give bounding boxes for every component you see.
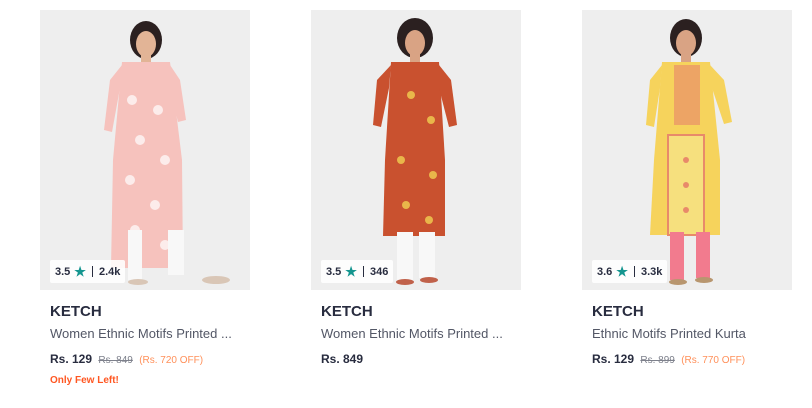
rating-badge: 3.5 ★ 2.4k (50, 260, 126, 283)
product-card[interactable]: 3.5 ★ 346 KETCH Women Ethnic Motifs Prin… (311, 10, 521, 367)
product-title: Women Ethnic Motifs Printed ... (50, 326, 232, 341)
star-icon: ★ (74, 264, 86, 279)
price-mrp: Rs. 899 (640, 355, 675, 366)
product-image[interactable]: 3.5 ★ 2.4k (40, 10, 250, 290)
rating-divider (91, 266, 93, 277)
product-title: Ethnic Motifs Printed Kurta (592, 326, 746, 341)
star-icon: ★ (616, 264, 628, 279)
product-card[interactable]: 3.6 ★ 3.3k KETCH Ethnic Motifs Printed K… (582, 10, 792, 369)
product-price: Rs. 129 Rs. 849 (Rs. 720 OFF) (50, 351, 250, 369)
product-info: KETCH Ethnic Motifs Printed Kurta Rs. 12… (582, 303, 792, 369)
star-icon: ★ (345, 264, 357, 279)
product-price: Rs. 849 (321, 351, 521, 367)
product-image[interactable]: 3.6 ★ 3.3k (582, 10, 792, 290)
kurta-illustration (311, 10, 521, 290)
rating-value: 3.5 (55, 265, 71, 278)
rating-divider (362, 266, 364, 277)
stock-note: Only Few Left! (50, 375, 119, 386)
product-info: KETCH Women Ethnic Motifs Printed ... Rs… (40, 303, 250, 386)
price-current: Rs. 129 (50, 352, 93, 366)
price-discount: (Rs. 770 OFF) (681, 355, 746, 366)
rating-value: 3.6 (597, 265, 613, 278)
product-title: Women Ethnic Motifs Printed ... (321, 326, 503, 341)
rating-count: 3.3k (640, 265, 663, 278)
product-card[interactable]: 3.5 ★ 2.4k KETCH Women Ethnic Motifs Pri… (40, 10, 250, 386)
price-mrp: Rs. 849 (98, 355, 133, 366)
rating-badge: 3.6 ★ 3.3k (592, 260, 668, 283)
kurta-illustration (40, 10, 250, 290)
rating-badge: 3.5 ★ 346 (321, 260, 394, 283)
price-discount: (Rs. 720 OFF) (139, 355, 204, 366)
rating-value: 3.5 (326, 265, 342, 278)
rating-divider (633, 266, 635, 277)
product-brand: KETCH (592, 303, 644, 320)
product-brand: KETCH (50, 303, 102, 320)
price-current: Rs. 129 (592, 352, 635, 366)
price-current: Rs. 849 (321, 352, 364, 366)
rating-count: 2.4k (98, 265, 121, 278)
kurta-illustration (582, 10, 792, 290)
product-image[interactable]: 3.5 ★ 346 (311, 10, 521, 290)
product-info: KETCH Women Ethnic Motifs Printed ... Rs… (311, 303, 521, 367)
rating-count: 346 (369, 265, 389, 278)
product-price: Rs. 129 Rs. 899 (Rs. 770 OFF) (592, 351, 792, 369)
product-brand: KETCH (321, 303, 373, 320)
